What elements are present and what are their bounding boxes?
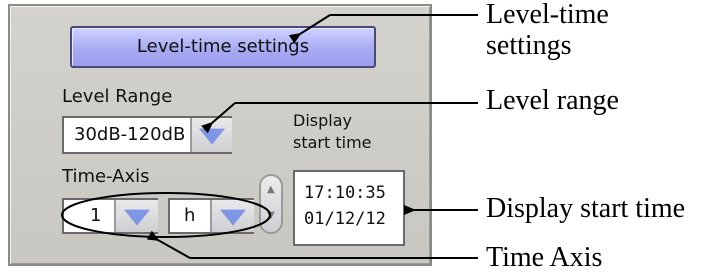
callout-arrow-time-axis [146,230,191,259]
annotation-time-axis: Time Axis [486,242,603,273]
callout-arrow-level-range [201,102,236,134]
time-axis-highlight-ellipse [61,192,271,238]
callout-lines [61,14,478,259]
annotation-display-start-time: Display start time [486,193,686,224]
annotation-level-range: Level range [486,85,619,116]
annotation-level-time-settings-line2: settings [486,29,572,61]
annotation-level-time-settings: Level-time settings [486,0,609,62]
callout-arrow-level-time-settings [288,14,331,44]
annotation-level-time-settings-line1: Level-time [486,0,609,30]
